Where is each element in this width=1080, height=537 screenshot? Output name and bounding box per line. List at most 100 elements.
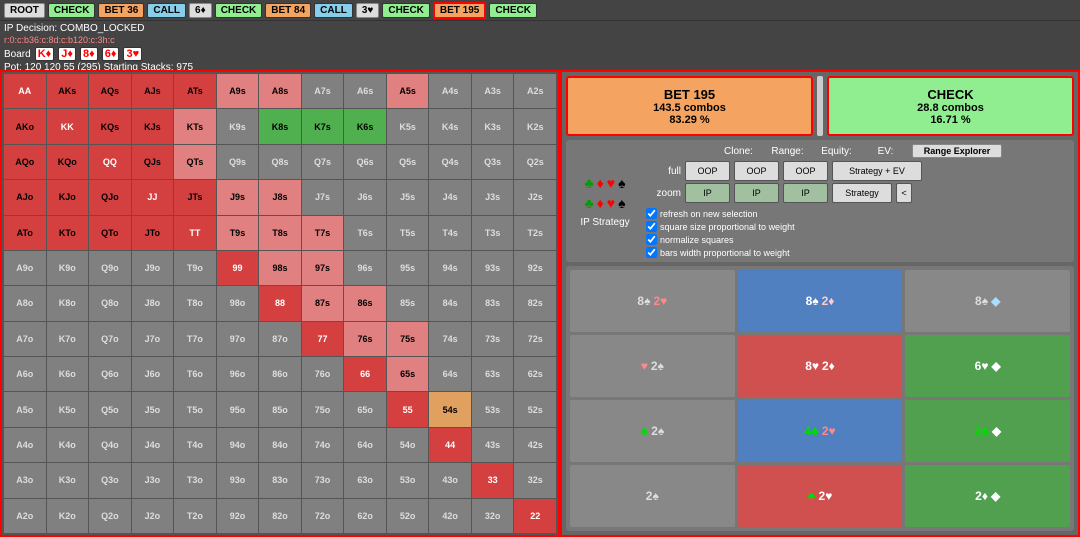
matrix-cell[interactable]: 64s [429,357,471,391]
matrix-cell[interactable]: 74o [302,428,344,462]
matrix-cell[interactable]: 83s [472,286,514,320]
matrix-cell[interactable]: A7s [302,74,344,108]
matrix-cell[interactable]: 53o [387,463,429,497]
matrix-cell[interactable]: T5s [387,216,429,250]
matrix-cell[interactable]: 86s [344,286,386,320]
card-cell-4-2[interactable]: ♣ 2♥ [738,465,903,527]
matrix-cell[interactable]: Q2s [514,145,556,179]
matrix-cell[interactable]: J2s [514,180,556,214]
diamond-icon-2[interactable]: ♦ [597,195,604,211]
root-btn[interactable]: ROOT [4,3,45,18]
call-btn-1[interactable]: CALL [147,3,186,18]
matrix-cell[interactable]: 52o [387,499,429,533]
oop-btn-1[interactable]: OOP [685,161,730,181]
3h-btn[interactable]: 3♥ [356,3,380,18]
matrix-cell[interactable]: QJs [132,145,174,179]
matrix-cell[interactable]: 74s [429,322,471,356]
card-cell-2-3[interactable]: 6♥ ◆ [905,335,1070,397]
matrix-cell[interactable]: KTs [174,109,216,143]
matrix-cell[interactable]: T4o [174,428,216,462]
matrix-cell[interactable]: AQo [4,145,46,179]
matrix-cell[interactable]: J9o [132,251,174,285]
matrix-cell[interactable]: A8o [4,286,46,320]
matrix-cell[interactable]: 32s [514,463,556,497]
matrix-cell[interactable]: 93s [472,251,514,285]
matrix-cell[interactable]: J7s [302,180,344,214]
heart-icon-2[interactable]: ♥ [607,195,615,211]
matrix-cell[interactable]: T3s [472,216,514,250]
check-btn-bottom[interactable]: CHECK [489,3,537,18]
ip-btn-3[interactable]: IP [783,183,828,203]
card-cell-3-2[interactable]: 4♣ 2♥ [738,400,903,462]
matrix-cell[interactable]: ATs [174,74,216,108]
matrix-cell[interactable]: J9s [217,180,259,214]
matrix-cell[interactable]: 62s [514,357,556,391]
matrix-cell[interactable]: 92o [217,499,259,533]
matrix-cell[interactable]: 85s [387,286,429,320]
matrix-cell[interactable]: 42o [429,499,471,533]
range-explorer-btn[interactable]: Range Explorer [912,144,1002,158]
matrix-cell[interactable]: K7o [47,322,89,356]
matrix-cell[interactable]: 65s [387,357,429,391]
matrix-cell[interactable]: 88 [259,286,301,320]
matrix-cell[interactable]: AA [4,74,46,108]
bet84-btn[interactable]: BET 84 [265,3,311,18]
matrix-cell[interactable]: KQo [47,145,89,179]
matrix-cell[interactable]: 96s [344,251,386,285]
matrix-cell[interactable]: K7s [302,109,344,143]
matrix-cell[interactable]: KK [47,109,89,143]
matrix-cell[interactable]: A2o [4,499,46,533]
check-action-box[interactable]: CHECK 28.8 combos 16.71 % [827,76,1074,136]
matrix-cell[interactable]: T3o [174,463,216,497]
matrix-cell[interactable]: 72s [514,322,556,356]
matrix-cell[interactable]: K8o [47,286,89,320]
matrix-cell[interactable]: Q6o [89,357,131,391]
matrix-cell[interactable]: 33 [472,463,514,497]
strategy-btn[interactable]: Strategy [832,183,892,203]
spade-icon-1[interactable]: ♠ [618,175,625,191]
matrix-cell[interactable]: 77 [302,322,344,356]
matrix-cell[interactable]: 83o [259,463,301,497]
diamond-icon-1[interactable]: ♦ [597,175,604,191]
matrix-cell[interactable]: J4s [429,180,471,214]
matrix-cell[interactable]: 43s [472,428,514,462]
matrix-cell[interactable]: Q3s [472,145,514,179]
matrix-cell[interactable]: K4s [429,109,471,143]
matrix-cell[interactable]: 73s [472,322,514,356]
matrix-cell[interactable]: 82o [259,499,301,533]
matrix-cell[interactable]: K4o [47,428,89,462]
matrix-cell[interactable]: 93o [217,463,259,497]
matrix-cell[interactable]: AQs [89,74,131,108]
matrix-cell[interactable]: QQ [89,145,131,179]
matrix-cell[interactable]: K9s [217,109,259,143]
matrix-cell[interactable]: J3s [472,180,514,214]
cb-refresh[interactable] [646,208,657,219]
matrix-cell[interactable]: J4o [132,428,174,462]
matrix-cell[interactable]: 94o [217,428,259,462]
matrix-cell[interactable]: Q4o [89,428,131,462]
call-btn-2[interactable]: CALL [314,3,353,18]
matrix-cell[interactable]: 85o [259,392,301,426]
matrix-cell[interactable]: 75s [387,322,429,356]
matrix-cell[interactable]: Q7o [89,322,131,356]
matrix-cell[interactable]: J6o [132,357,174,391]
matrix-cell[interactable]: 32o [472,499,514,533]
matrix-cell[interactable]: 73o [302,463,344,497]
matrix-cell[interactable]: KTo [47,216,89,250]
matrix-cell[interactable]: T9s [217,216,259,250]
6d-btn[interactable]: 6♦ [189,3,212,18]
card-cell-2-1[interactable]: ♥ 2♠ [570,335,735,397]
matrix-cell[interactable]: A5s [387,74,429,108]
matrix-cell[interactable]: T7s [302,216,344,250]
matrix-cell[interactable]: A5o [4,392,46,426]
matrix-cell[interactable]: 82s [514,286,556,320]
matrix-cell[interactable]: 98o [217,286,259,320]
matrix-cell[interactable]: J5o [132,392,174,426]
oop-btn-3[interactable]: OOP [783,161,828,181]
matrix-cell[interactable]: K5o [47,392,89,426]
card-cell-4-3[interactable]: 2♦ ◆ [905,465,1070,527]
heart-icon-1[interactable]: ♥ [607,175,615,191]
matrix-cell[interactable]: K3o [47,463,89,497]
ip-btn-1[interactable]: IP [685,183,730,203]
matrix-cell[interactable]: 22 [514,499,556,533]
